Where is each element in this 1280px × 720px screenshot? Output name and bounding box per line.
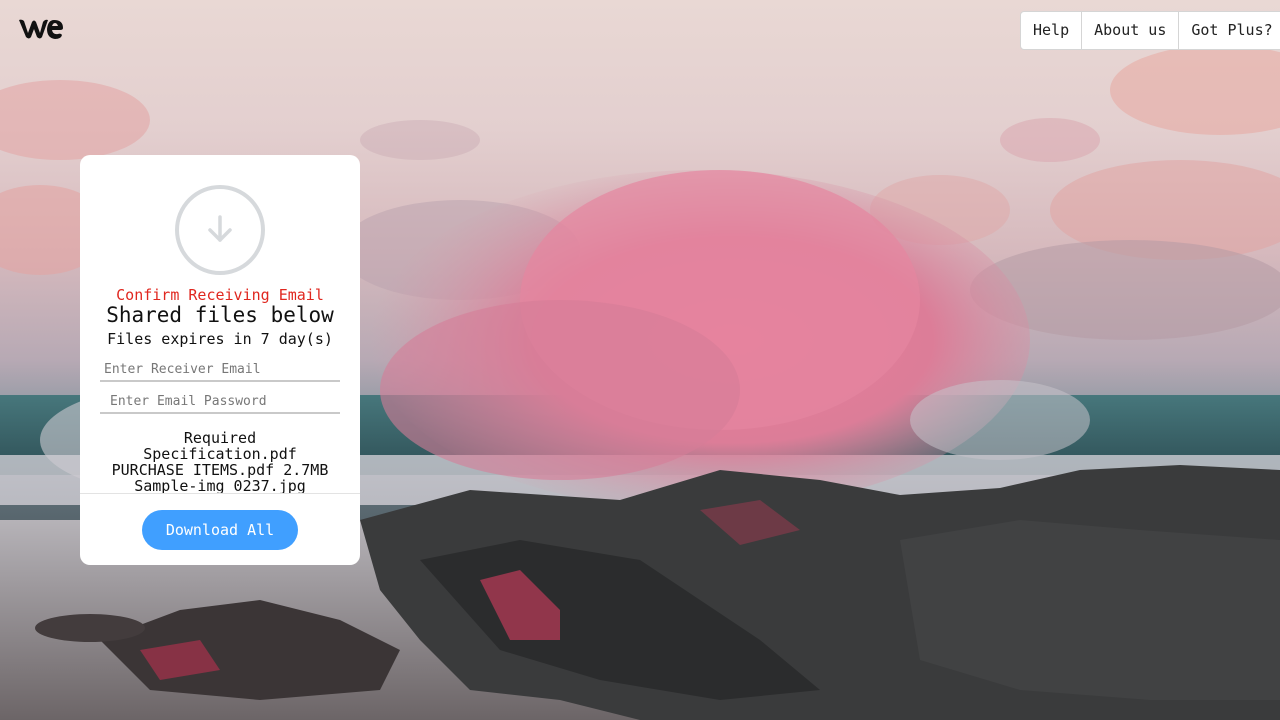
nav-about-us-link[interactable]: About us [1081,12,1178,49]
card-divider [80,493,360,494]
download-card: Confirm Receiving Email Shared files bel… [80,155,360,565]
expiry-text: Files expires in 7 day(s) [107,330,333,348]
file-list-item: PURCHASE ITEMS.pdf 2.7MB [111,461,329,479]
file-list-item: Sample-img 0237.jpg [134,477,306,494]
card-title: Shared files below [106,303,334,327]
download-arrow-icon [175,185,265,275]
file-list: Required Specification.pdf PURCHASE ITEM… [80,430,360,494]
file-list-item: Required [183,430,257,447]
email-password-input[interactable] [100,390,340,414]
confirm-email-notice: Confirm Receiving Email [116,286,324,304]
top-nav: Help About us Got Plus? [1020,11,1280,50]
receiver-email-input[interactable] [100,358,340,382]
nav-got-plus-link[interactable]: Got Plus? [1178,12,1280,49]
file-list-item: Specification.pdf [143,445,297,463]
wetransfer-logo-icon[interactable] [18,16,64,42]
download-all-button[interactable]: Download All [142,510,298,550]
nav-help-link[interactable]: Help [1021,12,1081,49]
